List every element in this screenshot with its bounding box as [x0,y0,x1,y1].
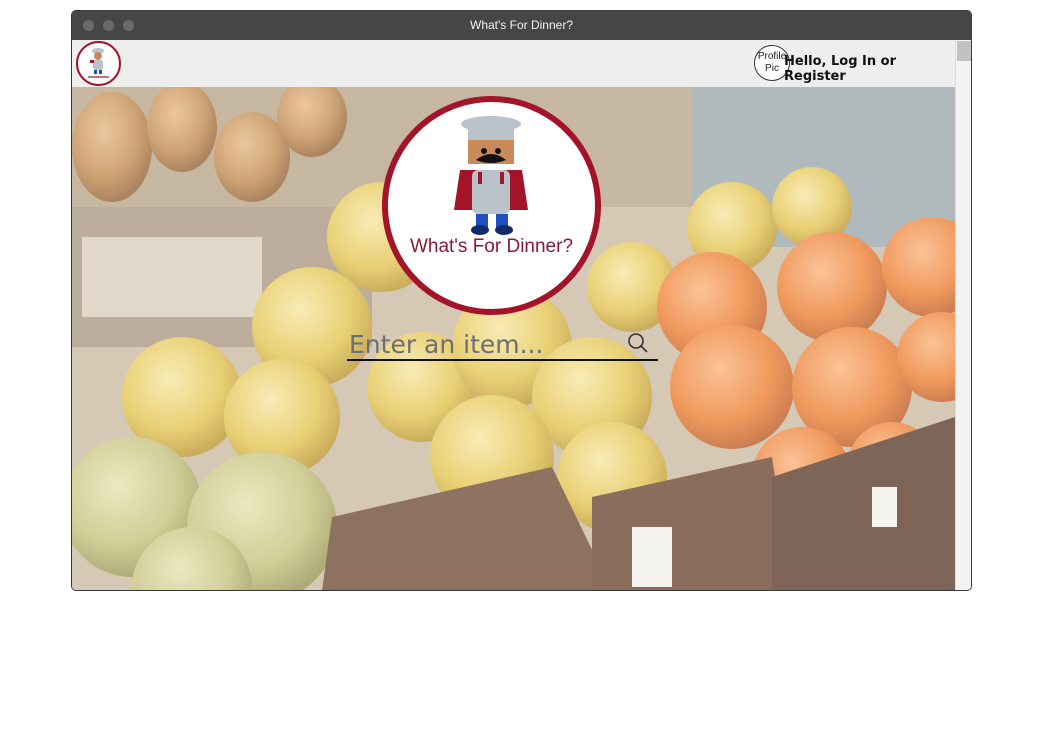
search-icon[interactable] [627,332,649,354]
title-bar: What's For Dinner? [72,11,971,40]
search-bar [347,329,658,361]
scrollbar-thumb[interactable] [957,41,971,61]
page-content: Profile Pic Hello, Log In or Register Wh… [72,40,955,590]
chef-logo-icon [88,48,109,78]
vertical-scrollbar[interactable] [955,40,971,590]
hero-section: What's For Dinner? [72,87,955,590]
navbar: Profile Pic Hello, Log In or Register [72,40,955,88]
home-logo-link[interactable] [76,41,121,86]
chef-mascot-icon [454,116,528,235]
browser-window: What's For Dinner? Profile Pic Hello, Lo… [71,10,972,591]
main-logo: What's For Dinner? [382,96,601,315]
login-register-link[interactable]: Hello, Log In or Register [784,54,955,84]
search-input[interactable] [349,329,619,359]
logo-title: What's For Dinner? [409,236,574,257]
window-title: What's For Dinner? [470,18,573,32]
